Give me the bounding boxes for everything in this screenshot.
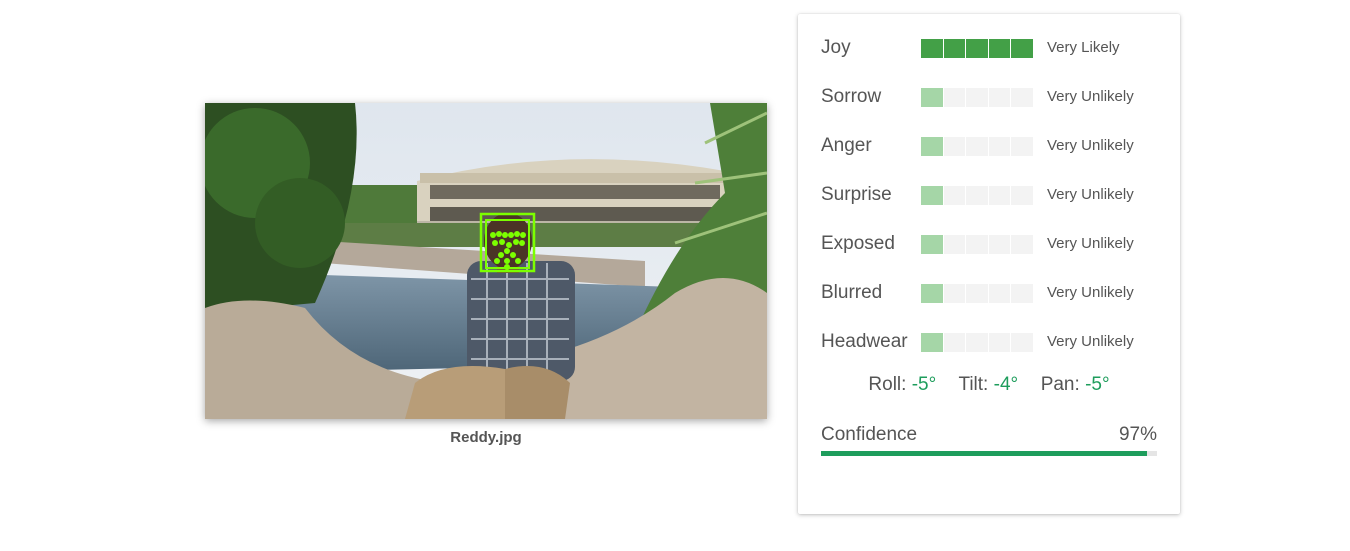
roll-value: -5° [911,374,937,395]
meter-segment [921,235,943,254]
meter-segment [921,39,943,58]
meter-segment [966,39,988,58]
attribute-label: Anger [821,135,872,156]
attribute-label: Joy [821,37,851,58]
meter-segment [988,333,1011,352]
likelihood-value: Very Likely [1047,39,1120,56]
meter-segment [966,284,988,303]
meter-segment [943,39,966,58]
likelihood-value: Very Unlikely [1047,186,1134,203]
attribute-row-surprise: Surprise Very Unlikely [821,184,1161,206]
likelihood-meter [921,88,1033,107]
meter-segment [1011,284,1033,303]
meter-segment [1011,333,1033,352]
likelihood-meter [921,186,1033,205]
meter-segment [966,88,988,107]
meter-segment [1011,39,1033,58]
confidence-bar-fill [821,451,1147,456]
likelihood-meter [921,39,1033,58]
tilt-label: Tilt: [958,374,989,395]
meter-segment [988,39,1011,58]
meter-segment [988,137,1011,156]
attribute-row-blurred: Blurred Very Unlikely [821,282,1161,304]
meter-segment [988,235,1011,254]
meter-segment [966,235,988,254]
likelihood-meter [921,235,1033,254]
confidence-section: Confidence 97% [821,424,1157,456]
attribute-label: Headwear [821,331,908,352]
roll-label: Roll: [868,374,907,395]
photo-scene [205,103,767,419]
meter-segment [988,186,1011,205]
attribute-row-anger: Anger Very Unlikely [821,135,1161,157]
meter-segment [1011,235,1033,254]
pan-label: Pan: [1040,374,1080,395]
meter-segment [1011,88,1033,107]
meter-segment [1011,186,1033,205]
meter-segment [921,333,943,352]
head-angles: Roll: -5° Tilt: -4° Pan: -5° [798,374,1180,396]
attribute-row-exposed: Exposed Very Unlikely [821,233,1161,255]
image-filename: Reddy.jpg [450,429,522,446]
meter-segment [921,137,943,156]
confidence-label: Confidence [821,424,918,445]
meter-segment [943,88,966,107]
meter-segment [943,284,966,303]
attribute-row-headwear: Headwear Very Unlikely [821,331,1161,353]
meter-segment [966,186,988,205]
likelihood-value: Very Unlikely [1047,333,1134,350]
meter-segment [966,137,988,156]
meter-segment [1011,137,1033,156]
meter-segment [943,235,966,254]
attribute-label: Sorrow [821,86,882,107]
attribute-row-joy: Joy Very Likely [821,37,1161,59]
meter-segment [921,186,943,205]
likelihood-meter [921,284,1033,303]
analyzed-photo [205,103,767,419]
attribute-label: Surprise [821,184,892,205]
likelihood-meter [921,333,1033,352]
meter-segment [921,88,943,107]
meter-segment [966,333,988,352]
attribute-label: Exposed [821,233,895,254]
confidence-bar [821,451,1157,456]
meter-segment [943,333,966,352]
meter-segment [943,186,966,205]
face-attributes-panel: Joy Very Likely Sorrow Very Unlikely Anger Ve… [798,14,1180,514]
likelihood-value: Very Unlikely [1047,284,1134,301]
likelihood-meter [921,137,1033,156]
likelihood-value: Very Unlikely [1047,235,1134,252]
pan-value: -5° [1085,374,1110,395]
attribute-label: Blurred [821,282,883,303]
meter-segment [921,284,943,303]
meter-segment [988,284,1011,303]
attribute-row-sorrow: Sorrow Very Unlikely [821,86,1161,108]
likelihood-value: Very Unlikely [1047,137,1134,154]
likelihood-value: Very Unlikely [1047,88,1134,105]
tilt-value: -4° [993,374,1019,395]
confidence-value: 97% [1118,424,1157,445]
meter-segment [943,137,966,156]
meter-segment [988,88,1011,107]
